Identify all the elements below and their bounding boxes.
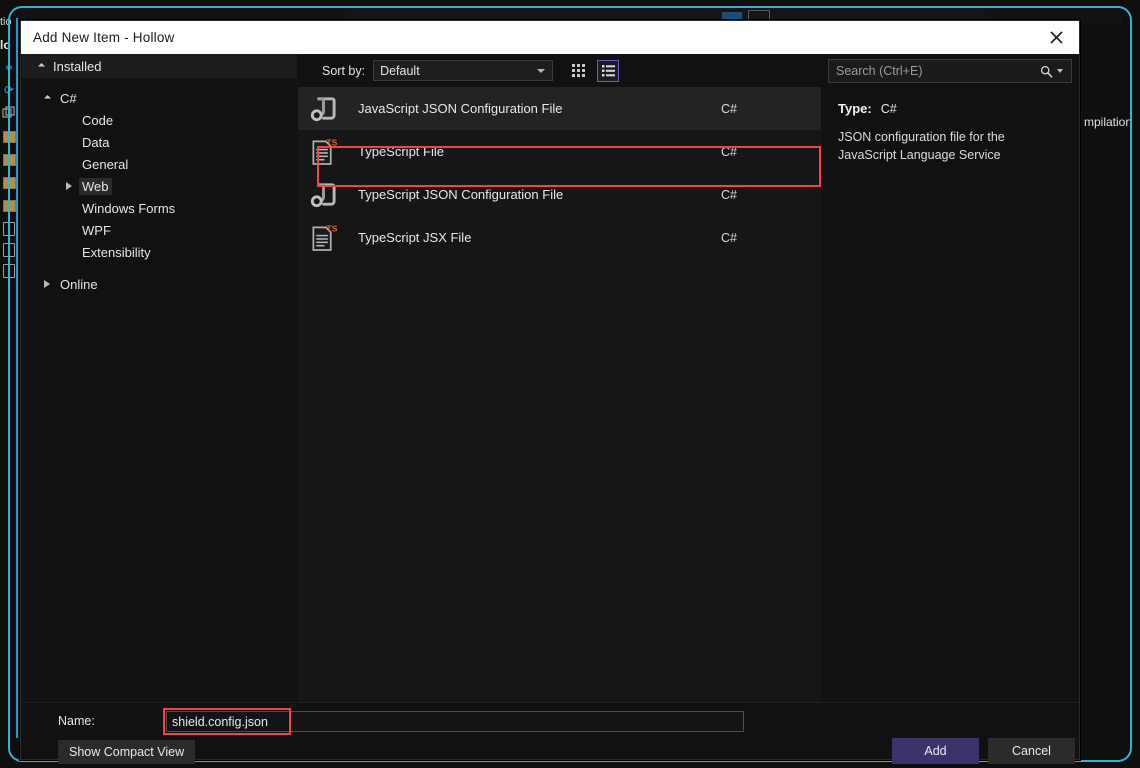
chevron-down-icon bbox=[38, 62, 45, 69]
list-item-name: TypeScript File bbox=[358, 144, 721, 159]
name-input[interactable] bbox=[166, 711, 744, 732]
tree-item-web[interactable]: Web bbox=[22, 175, 297, 197]
chevron-down-icon bbox=[43, 94, 50, 101]
list-item[interactable]: TypeScript JSON Configuration FileC# bbox=[298, 173, 821, 216]
search-adornments[interactable] bbox=[1040, 65, 1063, 78]
show-compact-view-button[interactable]: Show Compact View bbox=[58, 740, 195, 764]
chevron-right-icon bbox=[66, 182, 72, 190]
tree-item-label: General bbox=[82, 157, 128, 172]
add-new-item-dialog: Add New Item - Hollow Installed C# Code Da… bbox=[20, 20, 1080, 760]
type-row: Type: C# bbox=[838, 101, 1064, 116]
tree-item-label: Web bbox=[79, 178, 112, 195]
list-item-language: C# bbox=[721, 102, 821, 116]
list-item-language: C# bbox=[721, 231, 821, 245]
list-view-button[interactable] bbox=[597, 60, 619, 82]
name-row: Name: bbox=[21, 711, 1079, 733]
name-label: Name: bbox=[58, 714, 95, 728]
type-label: Type: bbox=[838, 101, 872, 116]
tree-group-installed[interactable]: Installed bbox=[22, 54, 297, 78]
tree-item-label: Extensibility bbox=[82, 245, 151, 260]
sort-by-select[interactable]: Default bbox=[373, 60, 553, 81]
close-button[interactable] bbox=[1033, 21, 1079, 54]
tree-spacer bbox=[22, 263, 297, 273]
tree-item-label: Code bbox=[82, 113, 113, 128]
template-list-panel: Sort by: Default bbox=[297, 54, 821, 702]
typescript-file-icon: TS bbox=[306, 135, 340, 169]
list-item-language: C# bbox=[721, 145, 821, 159]
list-item-language: C# bbox=[721, 188, 821, 202]
dialog-title: Add New Item - Hollow bbox=[33, 30, 175, 45]
json-config-file-icon bbox=[310, 181, 337, 208]
list-item[interactable]: JavaScript JSON Configuration FileC# bbox=[298, 87, 821, 130]
typescript-file-icon: TS bbox=[306, 221, 340, 255]
search-placeholder: Search (Ctrl+E) bbox=[836, 64, 922, 78]
template-list: JavaScript JSON Configuration FileC# TS … bbox=[298, 87, 821, 702]
type-value: C# bbox=[881, 102, 897, 116]
close-icon bbox=[1050, 31, 1063, 44]
template-category-tree: Installed C# Code Data General Web Windows Fo… bbox=[22, 54, 297, 702]
dialog-titlebar: Add New Item - Hollow bbox=[21, 21, 1079, 54]
typescript-file-icon: TS bbox=[310, 138, 337, 166]
tree-item-data[interactable]: Data bbox=[22, 131, 297, 153]
tree-item-wpf[interactable]: WPF bbox=[22, 219, 297, 241]
tree-item-windows-forms[interactable]: Windows Forms bbox=[22, 197, 297, 219]
grid-view-button[interactable] bbox=[567, 60, 589, 82]
svg-text:TS: TS bbox=[326, 138, 337, 147]
list-item[interactable]: TS TypeScript FileC# bbox=[298, 130, 821, 173]
tree-item-general[interactable]: General bbox=[22, 153, 297, 175]
list-item-name: JavaScript JSON Configuration File bbox=[358, 101, 721, 116]
dialog-footer: Name: Show Compact View Add Cancel bbox=[21, 702, 1079, 759]
tree-item-list: C# Code Data General Web Windows Forms WPF Exte… bbox=[22, 87, 297, 295]
details-panel: Search (Ctrl+E) Type: C# JSON configurat bbox=[822, 54, 1078, 702]
svg-text:TS: TS bbox=[326, 224, 337, 233]
tree-item-label: Online bbox=[60, 277, 98, 292]
list-item[interactable]: TS TypeScript JSX FileC# bbox=[298, 216, 821, 259]
json-config-file-icon bbox=[310, 95, 337, 122]
search-icon bbox=[1040, 65, 1053, 78]
list-item-name: TypeScript JSX File bbox=[358, 230, 721, 245]
add-button[interactable]: Add bbox=[892, 738, 979, 764]
tree-expander-slot[interactable] bbox=[42, 280, 52, 288]
search-input[interactable]: Search (Ctrl+E) bbox=[828, 59, 1072, 83]
tree-item-code[interactable]: Code bbox=[22, 109, 297, 131]
sort-by-value: Default bbox=[380, 64, 420, 78]
tree-expander-slot[interactable] bbox=[42, 96, 52, 101]
dialog-body: Installed C# Code Data General Web Windows Fo… bbox=[21, 54, 1079, 759]
sort-by-label: Sort by: bbox=[322, 64, 365, 78]
cancel-button[interactable]: Cancel bbox=[988, 738, 1075, 764]
tree-item-label: WPF bbox=[82, 223, 111, 238]
tree-item-label: Data bbox=[82, 135, 109, 150]
tree-item-online[interactable]: Online bbox=[22, 273, 297, 295]
json-config-file-icon bbox=[306, 178, 340, 212]
list-view-icon bbox=[601, 63, 616, 78]
tree-item-label: Windows Forms bbox=[82, 201, 175, 216]
list-toolbar: Sort by: Default bbox=[297, 54, 821, 87]
typescript-file-icon: TS bbox=[310, 224, 337, 252]
grid-view-icon bbox=[571, 63, 586, 78]
json-config-file-icon bbox=[306, 92, 340, 126]
template-description: JSON configuration file for the JavaScri… bbox=[838, 128, 1064, 164]
tree-item-label: C# bbox=[60, 91, 77, 106]
search-area: Search (Ctrl+E) bbox=[822, 54, 1078, 87]
list-item-name: TypeScript JSON Configuration File bbox=[358, 187, 721, 202]
details-content: Type: C# JSON configuration file for the… bbox=[822, 87, 1078, 164]
chevron-down-icon bbox=[1057, 69, 1063, 73]
chevron-down-icon bbox=[537, 69, 545, 73]
tree-item-extensibility[interactable]: Extensibility bbox=[22, 241, 297, 263]
tree-item-c-[interactable]: C# bbox=[22, 87, 297, 109]
tree-group-installed-label: Installed bbox=[53, 59, 101, 74]
tree-expander-slot[interactable] bbox=[64, 182, 74, 190]
chevron-right-icon bbox=[44, 280, 50, 288]
